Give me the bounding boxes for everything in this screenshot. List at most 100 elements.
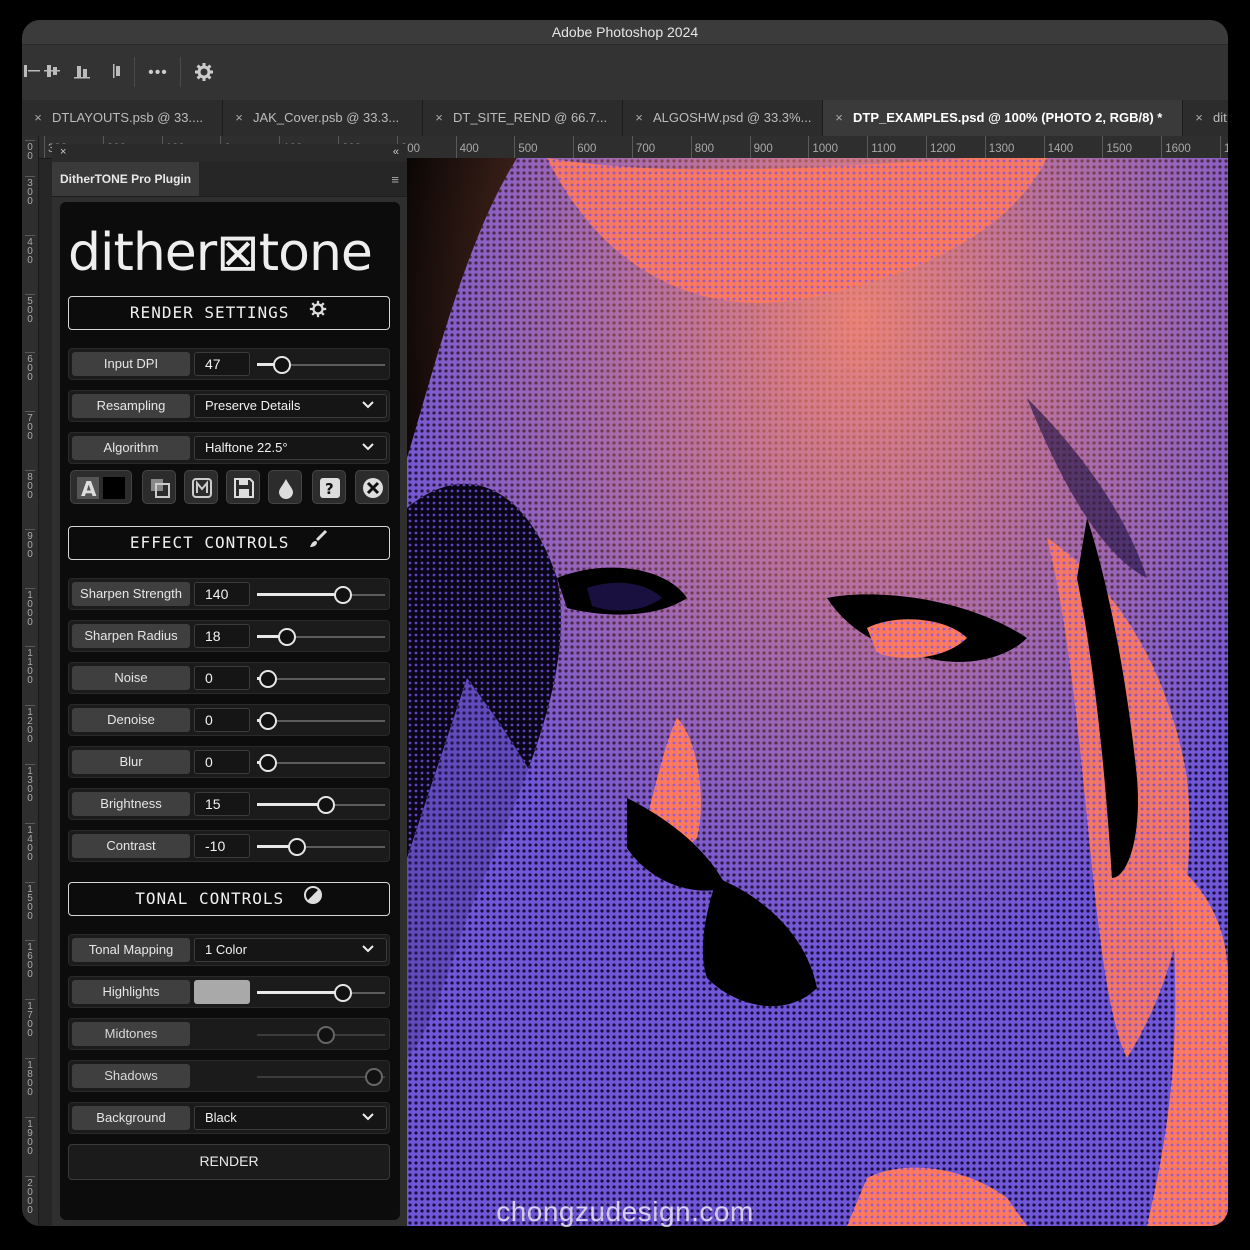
tab-dtlayouts[interactable]: × DTLAYOUTS.psb @ 33.... [22, 100, 223, 136]
slider-value-field[interactable]: 0 [194, 750, 250, 774]
reset-icon [363, 478, 383, 498]
close-icon[interactable]: × [1189, 100, 1209, 136]
halftone-portrait-image [407, 158, 1228, 1226]
slider-knob[interactable] [316, 1026, 335, 1044]
algorithm-select[interactable]: Halftone 22.5° [194, 436, 387, 460]
slider-knob[interactable] [334, 586, 353, 604]
tab-label: DTLAYOUTS.psb @ 33.... [52, 110, 203, 125]
tab-algoshw[interactable]: × ALGOSHW.psd @ 33.3%... [623, 100, 823, 136]
slider-knob[interactable] [258, 670, 277, 688]
input-dpi-label: Input DPI [72, 352, 190, 376]
ruler-tick-label: 1 1 0 0 [25, 646, 35, 686]
tab-dit[interactable]: × dit [1183, 100, 1228, 136]
ruler-tick-label: 1 2 0 0 [25, 705, 35, 745]
layers-icon [151, 479, 170, 498]
panel-menu-icon[interactable]: ≡ [391, 172, 399, 187]
distribute-icon[interactable] [105, 61, 129, 85]
reset-button[interactable] [355, 470, 389, 504]
algorithm-label: Algorithm [72, 436, 190, 460]
slider-knob[interactable] [258, 754, 277, 772]
ruler-tick-label: 1 6 0 0 [25, 940, 35, 980]
tab-dtp-examples[interactable]: × DTP_EXAMPLES.psd @ 100% (PHOTO 2, RGB/8… [823, 100, 1183, 136]
slider-knob[interactable] [258, 712, 277, 730]
ruler-tick-label: 500 [514, 136, 538, 158]
help-icon: ? [320, 478, 340, 498]
tonal-mapping-row: Tonal Mapping 1 Color [68, 934, 390, 966]
close-icon[interactable]: × [229, 100, 249, 136]
slider-value-field[interactable]: 140 [194, 582, 250, 606]
svg-text:?: ? [325, 480, 334, 498]
slider-label: Blur [72, 750, 190, 774]
layers-button[interactable] [142, 470, 176, 504]
slider-knob[interactable] [273, 356, 292, 374]
slider-value-field[interactable]: 18 [194, 624, 250, 648]
slider-knob[interactable] [288, 838, 307, 856]
chevron-down-icon [362, 401, 374, 409]
drop-button[interactable] [268, 470, 302, 504]
close-icon[interactable]: × [829, 100, 849, 136]
close-icon[interactable]: × [629, 100, 649, 136]
slider-label: Contrast [72, 834, 190, 858]
close-icon[interactable]: × [60, 146, 66, 158]
panel-titlebar: × « [52, 144, 407, 162]
shadows-label: Shadows [72, 1064, 190, 1088]
ruler-tick-label: 600 [573, 136, 596, 158]
align-middle-icon[interactable] [40, 61, 64, 85]
tab-jak-cover[interactable]: × JAK_Cover.psb @ 33.3... [223, 100, 423, 136]
align-bottom-icon[interactable] [70, 61, 94, 85]
photoshop-window: Adobe Photoshop 2024 ••• × DTLAYOUTS.psb … [22, 20, 1228, 1226]
text-color-button[interactable]: A [70, 470, 132, 504]
ruler-tick-label: 1200 [926, 136, 956, 158]
slider-fill [257, 803, 320, 806]
gear-icon[interactable] [192, 61, 216, 85]
ruler-tick-label: 1300 [984, 136, 1014, 158]
resampling-label: Resampling [72, 394, 190, 418]
input-dpi-field[interactable]: 47 [194, 352, 250, 376]
ruler-tick-label: 400 [455, 136, 479, 158]
slider-knob[interactable] [316, 796, 335, 814]
help-button[interactable]: ? [312, 470, 346, 504]
save-icon [234, 478, 254, 498]
ruler-tick-label: 5 0 0 [25, 293, 35, 324]
document-tabs: × DTLAYOUTS.psb @ 33.... × JAK_Cover.psb @… [22, 100, 1228, 136]
tonal-mapping-select[interactable]: 1 Color [194, 938, 387, 962]
slider-knob[interactable] [334, 984, 353, 1002]
tab-label: ALGOSHW.psd @ 33.3%... [653, 110, 812, 125]
highlights-color-swatch[interactable] [194, 980, 250, 1004]
background-select[interactable]: Black [194, 1106, 387, 1130]
ruler-tick-label: 1100 [867, 136, 896, 158]
options-separator [134, 57, 135, 87]
collapse-icon[interactable]: « [393, 146, 399, 158]
slider-knob[interactable] [278, 628, 297, 646]
save-button[interactable] [226, 470, 260, 504]
close-icon[interactable]: × [429, 100, 449, 136]
tab-dt-site-rend[interactable]: × DT_SITE_REND @ 66.7... [423, 100, 623, 136]
document-canvas[interactable] [407, 158, 1228, 1226]
ruler-tick-label: 4 0 0 [25, 234, 35, 265]
slider-knob[interactable] [365, 1068, 384, 1086]
more-icon[interactable]: ••• [146, 61, 170, 85]
m-button[interactable] [184, 470, 218, 504]
slider-value-field[interactable]: 15 [194, 792, 250, 816]
slider-value-field[interactable]: 0 [194, 708, 250, 732]
ruler-tick-label: 1 3 0 0 [25, 764, 35, 804]
effect-controls-header: EFFECT CONTROLS [68, 526, 390, 560]
resampling-row: Resampling Preserve Details [68, 390, 390, 422]
logo-text: dither⊠tone [68, 223, 372, 280]
ruler-tick-label: 3 0 0 [25, 176, 35, 207]
ruler-tick-label: 1600 [1161, 136, 1191, 158]
panel-tab[interactable]: DitherTONE Pro Plugin [52, 162, 200, 196]
close-icon[interactable]: × [28, 100, 48, 136]
resampling-select[interactable]: Preserve Details [194, 394, 387, 418]
m-icon [192, 478, 212, 498]
effect-slider-row: Denoise 0 [68, 704, 390, 736]
midtones-row: Midtones [68, 1018, 390, 1050]
slider-fill [257, 845, 292, 848]
effect-slider-row: Noise 0 [68, 662, 390, 694]
background-row: Background Black [68, 1102, 390, 1134]
slider-value-field[interactable]: -10 [194, 834, 250, 858]
effect-slider-row: Sharpen Strength 140 [68, 578, 390, 610]
render-button[interactable]: RENDER [68, 1144, 390, 1180]
slider-value-field[interactable]: 0 [194, 666, 250, 690]
svg-text:A: A [81, 477, 97, 499]
